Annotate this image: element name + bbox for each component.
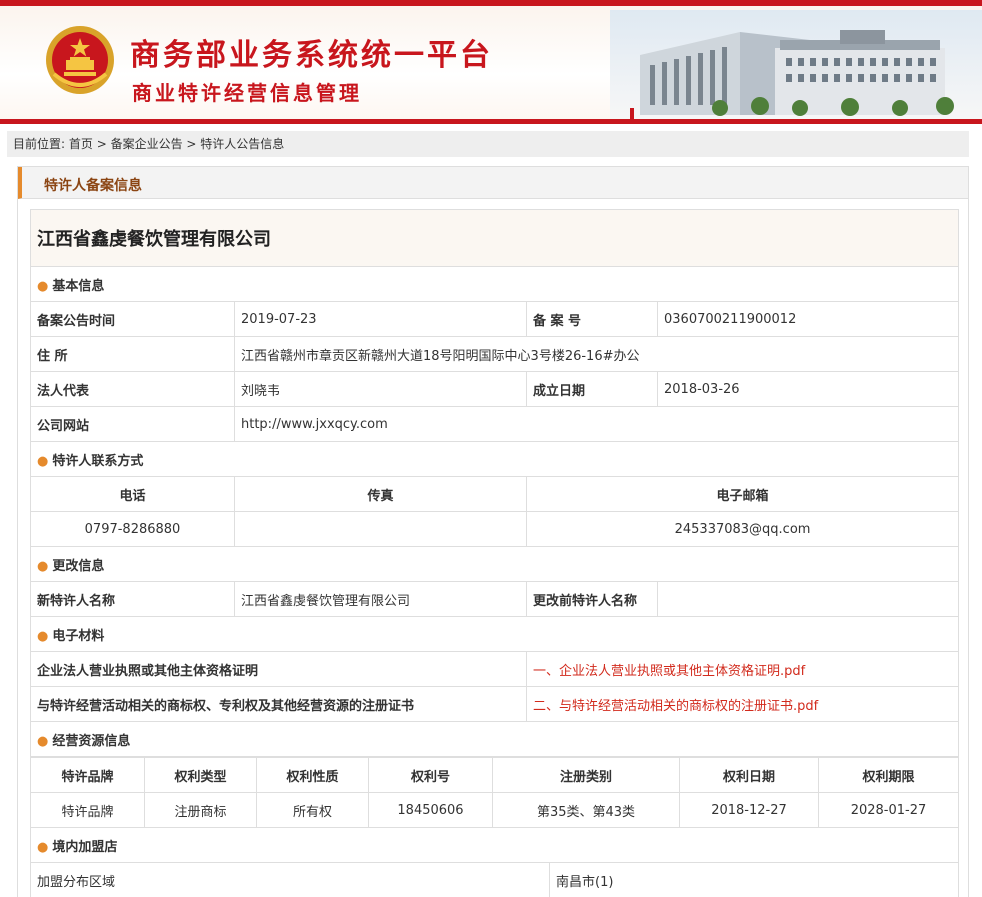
table-row: 新特许人名称 江西省鑫虔餐饮管理有限公司 更改前特许人名称 bbox=[30, 581, 960, 617]
section-title: 境内加盟店 bbox=[52, 839, 118, 855]
material-file-link[interactable]: 二、与特许经营活动相关的商标权的注册证书.pdf bbox=[525, 686, 960, 722]
panel-header: 特许人备案信息 bbox=[18, 167, 968, 199]
header-bottom-bar bbox=[0, 119, 982, 124]
resources-section: ● 经营资源信息 bbox=[29, 721, 960, 757]
address-value: 江西省赣州市章贡区新赣州大道18号阳明国际中心3号楼26-16#办公 bbox=[233, 336, 960, 372]
founded-date-value: 2018-03-26 bbox=[656, 371, 960, 407]
stores-table: ● 境内加盟店 加盟分布区域 南昌市(1) bbox=[29, 827, 960, 897]
table-row: 特许品牌 权利类型 权利性质 权利号 注册类别 权利日期 权利期限 bbox=[30, 757, 959, 793]
section-title: 更改信息 bbox=[52, 558, 105, 574]
table-row: 公司网站 http://www.jxxqcy.com bbox=[30, 406, 960, 442]
change-section: ● 更改信息 bbox=[29, 546, 960, 582]
bullet-icon: ● bbox=[37, 733, 49, 749]
column-header: 传真 bbox=[234, 476, 527, 512]
government-building-image bbox=[610, 10, 982, 120]
table-row: 0797-8286880 245337083@qq.com bbox=[30, 511, 960, 547]
material-file-link[interactable]: 一、企业法人营业执照或其他主体资格证明.pdf bbox=[525, 651, 960, 687]
field-label: 成立日期 bbox=[526, 371, 658, 407]
field-label: 备 案 号 bbox=[526, 301, 658, 337]
table-row: 住 所 江西省赣州市章贡区新赣州大道18号阳明国际中心3号楼26-16#办公 bbox=[30, 336, 960, 372]
table-cell: 注册商标 bbox=[144, 792, 257, 828]
company-row: 江西省鑫虔餐饮管理有限公司 bbox=[29, 209, 960, 267]
new-name-value: 江西省鑫虔餐饮管理有限公司 bbox=[234, 581, 527, 617]
announce-date-value: 2019-07-23 bbox=[234, 301, 527, 337]
franchisor-info-table: 江西省鑫虔餐饮管理有限公司 ● 基本信息 备案公告时间 2019-07-23 备 … bbox=[29, 209, 960, 757]
bullet-icon: ● bbox=[37, 628, 49, 644]
material-label: 企业法人营业执照或其他主体资格证明 bbox=[30, 651, 527, 687]
region-label: 加盟分布区域 bbox=[30, 862, 550, 897]
platform-subtitle: 商业特许经营信息管理 bbox=[132, 81, 362, 105]
bullet-icon: ● bbox=[37, 839, 49, 855]
field-label: 备案公告时间 bbox=[30, 301, 235, 337]
breadcrumb-prefix: 目前位置: bbox=[13, 137, 66, 151]
basic-info-section: ● 基本信息 bbox=[29, 266, 960, 302]
section-title: 基本信息 bbox=[52, 278, 105, 294]
table-row: 与特许经营活动相关的商标权、专利权及其他经营资源的注册证书 二、与特许经营活动相… bbox=[30, 686, 960, 722]
fax-value bbox=[234, 511, 527, 547]
column-header: 特许品牌 bbox=[30, 757, 145, 793]
column-header: 权利期限 bbox=[818, 757, 959, 793]
breadcrumb-home-link[interactable]: 首页 bbox=[69, 137, 93, 151]
table-cell: 第35类、第43类 bbox=[492, 792, 680, 828]
phone-value: 0797-8286880 bbox=[30, 511, 235, 547]
website-link[interactable]: http://www.jxxqcy.com bbox=[233, 406, 960, 442]
page-header: 商务部业务系统统一平台 商业特许经营信息管理 bbox=[0, 0, 982, 124]
panel-title: 特许人备案信息 bbox=[44, 178, 142, 194]
breadcrumb-separator: > bbox=[92, 137, 111, 151]
table-cell: 2028-01-27 bbox=[818, 792, 959, 828]
column-header: 权利性质 bbox=[256, 757, 369, 793]
region-value: 南昌市(1) bbox=[548, 862, 960, 897]
materials-section: ● 电子材料 bbox=[29, 616, 960, 652]
table-row: 电话 传真 电子邮箱 bbox=[30, 476, 960, 512]
contact-section: ● 特许人联系方式 bbox=[29, 441, 960, 477]
record-number-value: 0360700211900012 bbox=[656, 301, 960, 337]
column-header: 电话 bbox=[30, 476, 235, 512]
email-value: 245337083@qq.com bbox=[525, 511, 960, 547]
column-header: 权利类型 bbox=[144, 757, 257, 793]
table-cell: 所有权 bbox=[256, 792, 369, 828]
field-label: 住 所 bbox=[30, 336, 235, 372]
column-header: 权利日期 bbox=[679, 757, 819, 793]
table-row: 备案公告时间 2019-07-23 备 案 号 0360700211900012 bbox=[30, 301, 960, 337]
bullet-icon: ● bbox=[37, 278, 49, 294]
breadcrumb-announcements-link[interactable]: 备案企业公告 bbox=[111, 137, 183, 151]
breadcrumb-current: 特许人公告信息 bbox=[200, 137, 285, 151]
table-row: 企业法人营业执照或其他主体资格证明 一、企业法人营业执照或其他主体资格证明.pd… bbox=[30, 651, 960, 687]
field-label: 公司网站 bbox=[30, 406, 235, 442]
table-row: 法人代表 刘晓韦 成立日期 2018-03-26 bbox=[30, 371, 960, 407]
column-header: 权利号 bbox=[368, 757, 493, 793]
field-label: 更改前特许人名称 bbox=[526, 581, 658, 617]
stores-section: ● 境内加盟店 bbox=[29, 827, 960, 863]
bullet-icon: ● bbox=[37, 453, 49, 469]
column-header: 注册类别 bbox=[492, 757, 680, 793]
resources-table: 特许品牌 权利类型 权利性质 权利号 注册类别 权利日期 权利期限 特许品牌 注… bbox=[30, 757, 959, 828]
section-title: 经营资源信息 bbox=[52, 733, 131, 749]
national-emblem-icon bbox=[46, 26, 114, 94]
column-header: 电子邮箱 bbox=[525, 476, 960, 512]
table-cell: 特许品牌 bbox=[30, 792, 145, 828]
field-label: 法人代表 bbox=[30, 371, 235, 407]
section-title: 电子材料 bbox=[52, 628, 105, 644]
table-cell: 18450606 bbox=[368, 792, 493, 828]
breadcrumb: 目前位置: 首页 > 备案企业公告 > 特许人公告信息 bbox=[7, 131, 969, 157]
platform-title: 商务部业务系统统一平台 bbox=[130, 38, 493, 73]
table-cell: 2018-12-27 bbox=[679, 792, 819, 828]
table-row: 加盟分布区域 南昌市(1) bbox=[30, 862, 960, 897]
breadcrumb-separator: > bbox=[182, 137, 201, 151]
header-top-bar bbox=[0, 0, 982, 6]
material-label: 与特许经营活动相关的商标权、专利权及其他经营资源的注册证书 bbox=[30, 686, 527, 722]
legal-rep-value: 刘晓韦 bbox=[234, 371, 527, 407]
old-name-value bbox=[656, 581, 960, 617]
section-title: 特许人联系方式 bbox=[52, 453, 144, 469]
bullet-icon: ● bbox=[37, 558, 49, 574]
company-name: 江西省鑫虔餐饮管理有限公司 bbox=[29, 209, 960, 267]
field-label: 新特许人名称 bbox=[30, 581, 235, 617]
table-row: 特许品牌 注册商标 所有权 18450606 第35类、第43类 2018-12… bbox=[30, 792, 959, 828]
